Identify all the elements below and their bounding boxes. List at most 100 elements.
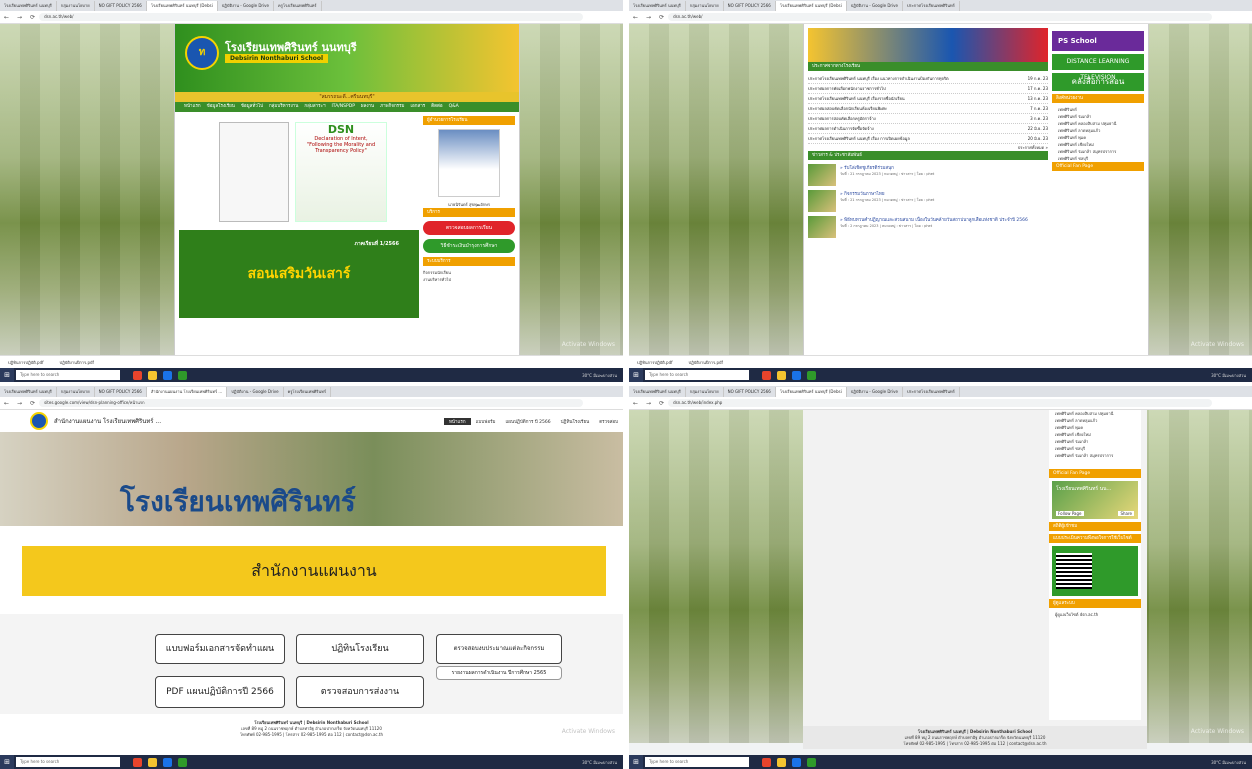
browser-tab[interactable]: ปฏิบัติงาน - Google Drive [847,0,904,11]
browser-tab[interactable]: โรงเรียนเทพศิรินทร์ นนทบุรี [0,0,57,11]
activity-item[interactable]: » รับโล่เชิดชูเกียรติร่วมสนุก วันที่ : 21… [808,164,1048,186]
network-link[interactable]: เทพศิรินทร์ คลองสิบสาม ปทุมธานี [1049,410,1141,417]
edge-icon[interactable] [163,370,172,380]
forward-icon[interactable]: → [642,14,655,21]
network-link[interactable]: เทพศิรินทร์ ร่มเกล้า [1049,438,1141,445]
activity-thumbnail[interactable] [808,216,836,238]
browser-tab[interactable]: กลุ่มงานนโยบาย [57,0,95,11]
download-item[interactable]: ปฏิทินการปฏิบัติ.pdf [0,359,52,366]
browser-tab[interactable]: ครูโรงเรียนเทพศิรินทร์ [274,0,322,11]
menu-item[interactable]: Q&A [446,102,462,112]
browser-tab[interactable]: โรงเรียนเทพศิรินทร์ นนทบุรี [0,386,57,397]
url-input[interactable]: dsn.ac.th/web/ [668,13,1212,21]
facebook-follow-button[interactable]: Follow Page [1056,511,1084,516]
windows-start-icon[interactable]: ⊞ [629,368,643,382]
network-link[interactable]: เทพศิรินทร์ [1052,106,1144,113]
download-item[interactable]: ปฏิทินการปฏิบัติ.pdf [629,359,681,366]
news-row[interactable]: ประกาศผลการดำเนินการจัดซื้อจัดจ้าง 22 มิ.… [808,124,1048,134]
app-icon[interactable] [807,757,816,767]
forward-icon[interactable]: → [13,400,26,407]
menu-item[interactable]: กลุ่มบริหารงาน [266,102,301,112]
nav-home[interactable]: หน้าแรก [443,417,471,425]
budget-check-button[interactable]: ตรวจสอบงบประมาณแต่ละกิจกรรม [436,634,562,664]
activity-title[interactable]: » รับโล่เชิดชูเกียรติร่วมสนุก [840,164,934,171]
edge-icon[interactable] [163,757,172,767]
browser-tab-active[interactable]: โรงเรียนเทพศิรินทร์ นนทบุรี (Debsi [146,0,218,11]
browser-tab[interactable]: กลุ่มงานนโยบาย [686,386,724,397]
news-title[interactable]: ประกาศโรงเรียนเทพศิรินทร์ นนทบุรี เรื่อง… [808,94,1020,103]
forms-button[interactable]: แบบฟอร์มเอกสารจัดทำแผน [155,634,285,664]
url-input[interactable]: dsn.ac.th/web/index.php [668,399,1212,407]
taskbar-search-input[interactable]: Type here to search [16,370,120,380]
browser-tab[interactable]: กลุ่มงานนโยบาย [686,0,724,11]
facebook-share-button[interactable]: Share [1118,511,1134,516]
ps-school-banner[interactable]: PS School [1052,31,1144,51]
network-link[interactable]: เทพศิรินทร์ พุแค [1052,134,1144,141]
qr-code-icon[interactable] [1056,553,1092,589]
menu-item[interactable]: กลุ่มสาระฯ [301,102,328,112]
network-link[interactable]: เทพศิรินทร์ ชลบุรี [1049,445,1141,452]
browser-tab[interactable]: NO GIFT POLICY 2566 [95,0,147,11]
taskbar-search-input[interactable]: Type here to search [645,757,749,767]
menu-item[interactable]: ข้อมูลทั่วไป [238,102,266,112]
news-row[interactable]: ประกาศโรงเรียนเทพศิรินทร์ นนทบุรี เรื่อง… [808,134,1048,144]
folder-icon[interactable] [148,757,157,767]
news-title[interactable]: ประกาศผลสอบคัดเลือกนักเรียนห้องเรียนพิเศ… [808,104,1020,113]
browser-tab-active[interactable]: โรงเรียนเทพศิรินทร์ นนทบุรี (Debsi [775,0,847,11]
menu-item[interactable]: ITA/NSPDP [328,102,357,112]
news-row[interactable]: ประกาศโรงเรียนเทพศิรินทร์ นนทบุรี เรื่อง… [808,74,1048,84]
taskbar-search-input[interactable]: Type here to search [16,757,120,767]
news-row[interactable]: ประกาศผลการคัดเลือกพนักงานราชการทั่วไป 17… [808,84,1048,94]
chrome-icon[interactable] [133,370,142,380]
news-row[interactable]: ประกาศผลสอบคัดเลือกนักเรียนห้องเรียนพิเศ… [808,104,1048,114]
check-submission-button[interactable]: ตรวจสอบการส่งงาน [296,676,424,708]
check-grades-button[interactable]: ตรวจสอบผลการเรียน [423,221,515,235]
browser-tab-active[interactable]: โรงเรียนเทพศิรินทร์ นนทบุรี (Debsi [775,386,847,397]
school-logo[interactable] [30,412,48,430]
reload-icon[interactable]: ⟳ [655,400,668,407]
url-input[interactable]: sites.google.com/view/dsn-planning-offic… [39,399,583,407]
saturday-class-promo[interactable]: สอนเสริมวันเสาร์ ภาคเรียนที่ 1/2566 [179,230,419,318]
activity-title[interactable]: » พิธีทบทวนคำปฏิญาณและสวนสนาม เนื่องในวั… [840,216,1028,223]
site-title[interactable]: สำนักงานแผนงาน โรงเรียนเทพศิรินทร์ ... [54,416,161,426]
activity-item[interactable]: » พิธีทบทวนคำปฏิญาณและสวนสนาม เนื่องในวั… [808,216,1048,238]
network-link[interactable]: เทพศิรินทร์ ร่มเกล้า [1052,113,1144,120]
network-link[interactable]: เทพศิรินทร์ ลาดหลุมแก้ว [1052,127,1144,134]
forward-icon[interactable]: → [642,400,655,407]
payment-method-button[interactable]: วิธีชำระเงินบำรุงการศึกษา [423,239,515,253]
survey-qr-panel[interactable] [1052,546,1138,596]
school-calendar-button[interactable]: ปฏิทินโรงเรียน [296,634,424,664]
network-link[interactable]: เทพศิรินทร์ ลาดหลุมแก้ว [1049,417,1141,424]
browser-tab-active[interactable]: สำนักงานแผนงาน โรงเรียนเทพศิรินทร์ ... [146,386,228,397]
news-title[interactable]: ประกาศผลการคัดเลือกพนักงานราชการทั่วไป [808,84,1020,93]
network-link[interactable]: เทพศิรินทร์ ร่มเกล้า สมุทรปราการ [1049,452,1141,459]
facebook-page-widget[interactable]: โรงเรียนเทพศิรินทร์ นน... Follow Page Sh… [1052,481,1138,519]
app-icon[interactable] [178,757,187,767]
app-icon[interactable] [807,370,816,380]
announcement-document[interactable] [219,122,289,222]
sidebar-link[interactable]: งานบริหารทั่วไป [423,276,515,283]
chrome-icon[interactable] [762,370,771,380]
news-title[interactable]: ประกาศโรงเรียนเทพศิรินทร์ นนทบุรี เรื่อง… [808,134,1020,143]
browser-tab[interactable]: โรงเรียนเทพศิรินทร์ นนทบุรี [629,386,686,397]
chrome-icon[interactable] [762,757,771,767]
edge-icon[interactable] [792,757,801,767]
browser-tab[interactable]: NO GIFT POLICY 2566 [724,0,776,11]
folder-icon[interactable] [777,370,786,380]
facebook-page-name[interactable]: โรงเรียนเทพศิรินทร์ นน... [1052,481,1138,497]
menu-item[interactable]: ติดต่อ [428,102,445,112]
back-icon[interactable]: ← [0,14,13,21]
news-row[interactable]: ประกาศผลการสอบคัดเลือกครูอัตราจ้าง 3 ก.ค.… [808,114,1048,124]
pdf-action-plan-button[interactable]: PDF แผนปฏิบัติการปี 2566 [155,676,285,708]
browser-tab[interactable]: กลุ่มงานนโยบาย [57,386,95,397]
menu-item[interactable]: ข้อมูลโรงเรียน [204,102,238,112]
edge-icon[interactable] [792,370,801,380]
network-link[interactable]: เทพศิรินทร์ ชลบุรี [1052,155,1144,162]
news-title[interactable]: ประกาศผลการดำเนินการจัดซื้อจัดจ้าง [808,124,1020,133]
teaching-media-banner[interactable]: คลังสื่อการสอน [1052,73,1144,91]
activity-title[interactable]: » กิจกรรมวันภาษาไทย [840,190,934,197]
folder-icon[interactable] [777,757,786,767]
browser-tab[interactable]: ครูโรงเรียนเทพศิรินทร์ [284,386,332,397]
browser-tab[interactable]: NO GIFT POLICY 2566 [724,386,776,397]
forward-icon[interactable]: → [13,14,26,21]
